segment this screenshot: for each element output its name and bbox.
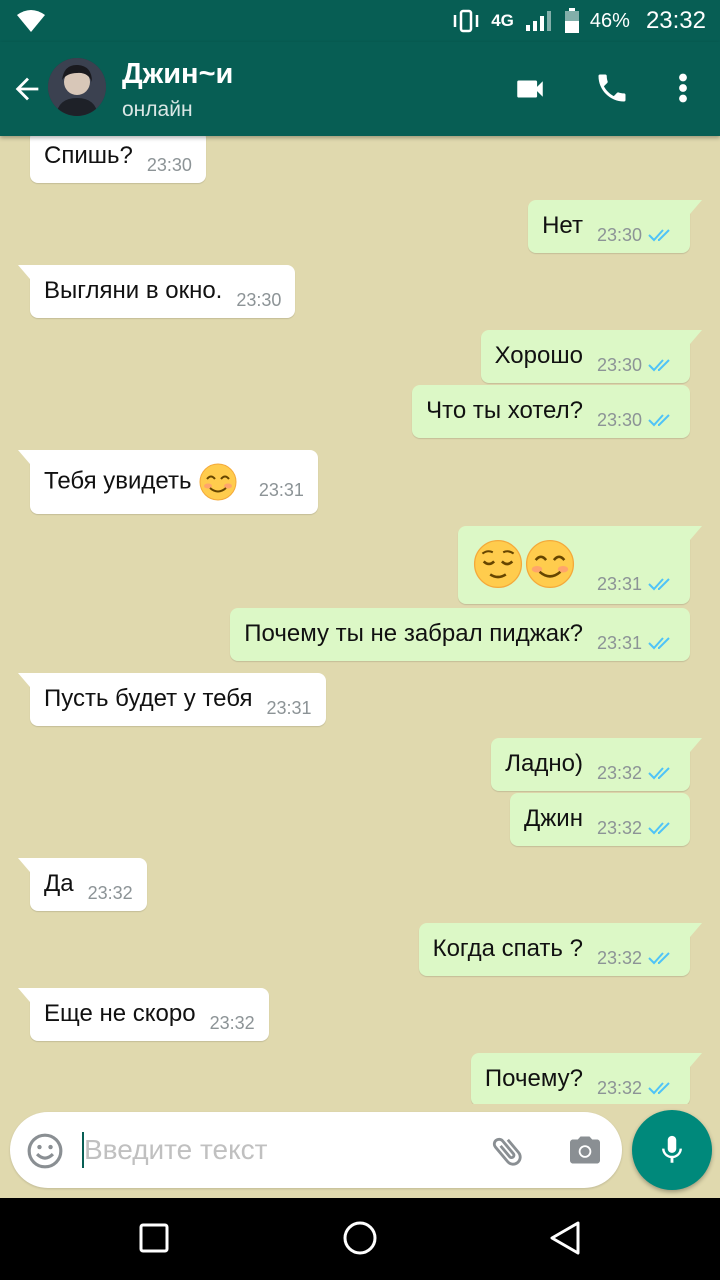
home-icon[interactable] bbox=[342, 1220, 378, 1256]
smiling-face-with-smiling-eyes-emoji bbox=[199, 463, 237, 501]
message-outgoing[interactable]: Почему ты не забрал пиджак? 23:31 bbox=[230, 608, 690, 661]
double-check-read-icon bbox=[648, 414, 670, 427]
emoji-icon[interactable] bbox=[26, 1132, 64, 1170]
chat-header: Джин~и онлайн bbox=[0, 42, 720, 136]
message-text: Спишь? bbox=[44, 142, 133, 169]
message-time: 23:32 bbox=[596, 948, 642, 968]
more-vert-icon[interactable] bbox=[672, 70, 694, 106]
message-composer bbox=[10, 1112, 622, 1188]
message-incoming[interactable]: Выгляни в окно. 23:30 bbox=[17, 265, 296, 318]
message-text: Пусть будет у тебя bbox=[44, 685, 253, 712]
double-check-read-icon bbox=[648, 229, 670, 242]
message-outgoing[interactable]: Что ты хотел? 23:30 bbox=[412, 385, 690, 438]
double-check-read-icon bbox=[648, 952, 670, 965]
message-time: 23:30 bbox=[146, 155, 192, 175]
smiling-face-with-smiling-eyes-emoji bbox=[526, 539, 575, 589]
message-outgoing[interactable]: Ладно) 23:32 bbox=[491, 738, 702, 791]
attach-icon[interactable] bbox=[488, 1132, 528, 1170]
message-incoming[interactable]: Пусть будет у тебя 23:31 bbox=[18, 673, 326, 726]
wifi-icon bbox=[17, 10, 45, 32]
contact-name[interactable]: Джин~и bbox=[122, 58, 233, 91]
message-outgoing[interactable]: Почему? 23:32 bbox=[470, 1053, 703, 1104]
message-text: Хорошо bbox=[494, 342, 583, 369]
avatar[interactable] bbox=[48, 58, 106, 116]
double-check-read-icon bbox=[648, 822, 670, 835]
avatar-image bbox=[48, 58, 106, 116]
phone-icon[interactable] bbox=[594, 70, 630, 106]
message-time: 23:32 bbox=[87, 883, 133, 903]
message-time: 23:32 bbox=[596, 1078, 642, 1098]
double-check-read-icon bbox=[648, 1082, 670, 1095]
vibrate-icon bbox=[453, 9, 479, 33]
message-time: 23:32 bbox=[596, 818, 642, 838]
battery-percent: 46% bbox=[589, 9, 630, 32]
message-list[interactable]: Спишь? 23:30 Нет 23:30 Выгляни в окно. 23:3… bbox=[0, 136, 720, 1104]
message-outgoing[interactable]: Нет 23:30 bbox=[528, 200, 702, 253]
double-check-read-icon bbox=[648, 578, 670, 591]
relieved-face-emoji bbox=[474, 539, 523, 589]
battery-icon bbox=[564, 8, 579, 33]
message-outgoing[interactable]: Когда спать ? 23:32 bbox=[418, 923, 703, 976]
recent-apps-icon[interactable] bbox=[138, 1222, 170, 1254]
message-time: 23:31 bbox=[258, 480, 304, 501]
signal-icon bbox=[525, 11, 551, 31]
message-time: 23:30 bbox=[236, 290, 282, 310]
message-text: Почему ты не забрал пиджак? bbox=[244, 620, 583, 647]
message-incoming[interactable]: Тебя увидеть 23:31 bbox=[18, 450, 318, 514]
message-text: Почему? bbox=[484, 1065, 583, 1092]
message-text: Что ты хотел? bbox=[426, 397, 583, 424]
message-input[interactable] bbox=[84, 1126, 464, 1174]
message-outgoing[interactable]: 23:31 bbox=[458, 526, 702, 604]
voice-record-button[interactable] bbox=[632, 1110, 712, 1190]
message-text: Да bbox=[44, 870, 74, 897]
back-arrow-icon[interactable] bbox=[10, 72, 44, 106]
network-type: 4G bbox=[491, 11, 514, 30]
message-incoming[interactable]: Да 23:32 bbox=[18, 858, 147, 911]
message-time: 23:31 bbox=[266, 698, 312, 718]
double-check-read-icon bbox=[648, 637, 670, 650]
camera-icon[interactable] bbox=[566, 1132, 604, 1168]
message-text: Нет bbox=[542, 212, 583, 239]
message-text: Тебя увидеть bbox=[44, 467, 192, 495]
double-check-read-icon bbox=[648, 359, 670, 372]
message-time: 23:32 bbox=[209, 1013, 255, 1033]
message-text: Ладно) bbox=[505, 750, 583, 777]
message-time: 23:32 bbox=[596, 763, 642, 783]
video-call-icon[interactable] bbox=[510, 72, 550, 106]
message-text: Еще не скоро bbox=[44, 1000, 196, 1027]
status-bar: 4G 46% 23:32 bbox=[0, 0, 720, 42]
message-time: 23:30 bbox=[596, 225, 642, 245]
contact-status: онлайн bbox=[122, 98, 193, 121]
message-time: 23:30 bbox=[596, 410, 642, 430]
message-time: 23:31 bbox=[596, 633, 642, 653]
double-check-read-icon bbox=[648, 767, 670, 780]
message-incoming[interactable]: Еще не скоро 23:32 bbox=[18, 988, 269, 1041]
clock: 23:32 bbox=[645, 7, 706, 34]
message-incoming[interactable]: Спишь? 23:30 bbox=[30, 136, 206, 183]
system-navigation-bar bbox=[0, 1198, 720, 1280]
message-text: Когда спать ? bbox=[432, 935, 583, 962]
nav-back-icon[interactable] bbox=[548, 1220, 582, 1256]
message-text: Выгляни в окно. bbox=[44, 277, 223, 304]
message-time: 23:30 bbox=[596, 355, 642, 375]
message-outgoing[interactable]: Джин 23:32 bbox=[509, 793, 690, 846]
microphone-icon bbox=[662, 1135, 682, 1163]
message-outgoing[interactable]: Хорошо 23:30 bbox=[480, 330, 703, 383]
message-time: 23:31 bbox=[596, 574, 642, 595]
message-text: Джин bbox=[523, 805, 583, 832]
